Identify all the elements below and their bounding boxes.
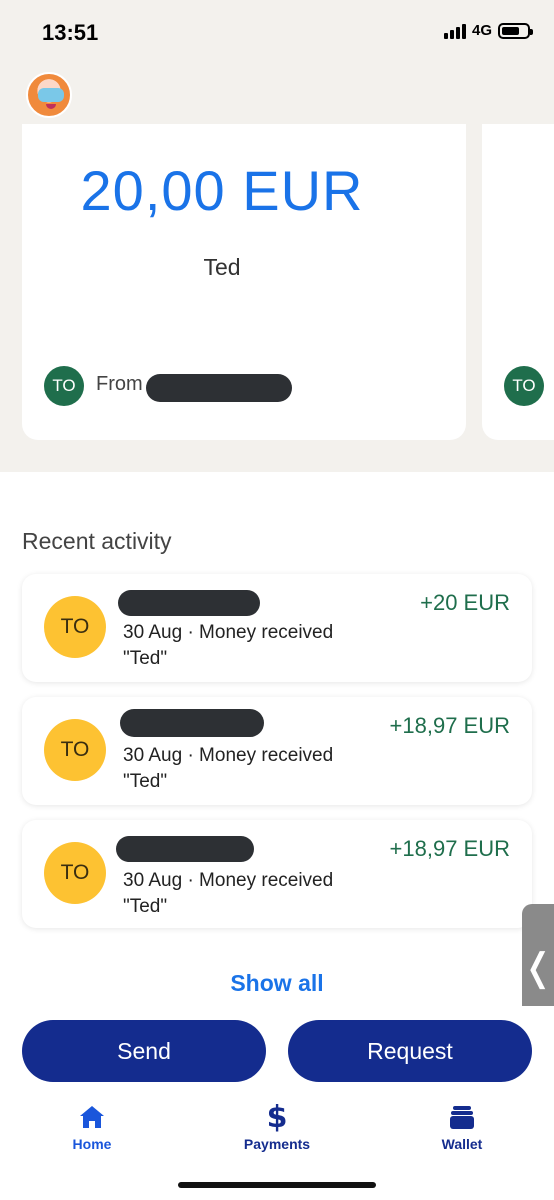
signal-icon xyxy=(443,23,466,39)
show-all-link[interactable]: Show all xyxy=(0,970,554,997)
status-indicators: 4G xyxy=(443,22,533,39)
activity-note: "Ted" xyxy=(123,648,168,669)
redacted-sender-name xyxy=(146,374,292,402)
status-bar: 13:51 4G xyxy=(0,0,554,66)
chevron-left-icon: ❬ xyxy=(522,946,554,989)
nav-payments-label: Payments xyxy=(243,1136,311,1152)
activity-detail: 30 Aug · Money received xyxy=(123,622,334,643)
network-label: 4G xyxy=(471,22,492,39)
home-indicator xyxy=(178,1182,376,1188)
status-time: 13:51 xyxy=(42,20,99,45)
request-button[interactable]: Request xyxy=(288,1020,532,1082)
nav-home[interactable]: Home xyxy=(32,1102,152,1152)
activity-detail: 30 Aug · Money received xyxy=(123,870,334,891)
profile-avatar[interactable] xyxy=(26,72,72,118)
activity-initials-avatar: TO xyxy=(44,719,106,781)
redacted-name xyxy=(120,709,264,737)
send-button[interactable]: Send xyxy=(22,1020,266,1082)
activity-amount: +18,97 EUR xyxy=(389,713,510,738)
next-card-initials-avatar: TO xyxy=(504,366,544,406)
recent-activity-title: Recent activity xyxy=(22,528,172,554)
activity-amount: +18,97 EUR xyxy=(389,836,510,861)
activity-initials-avatar: TO xyxy=(44,842,106,904)
home-icon xyxy=(32,1102,152,1132)
nav-home-label: Home xyxy=(72,1136,112,1152)
nav-payments[interactable]: $ Payments xyxy=(217,1099,337,1153)
activity-item[interactable]: TO 30 Aug · Money received "Ted" +18,97 … xyxy=(22,820,532,928)
redacted-name xyxy=(116,836,254,862)
nav-wallet-label: Wallet xyxy=(441,1136,483,1152)
activity-note: "Ted" xyxy=(123,771,168,792)
battery-icon xyxy=(498,22,533,39)
wallet-icon xyxy=(402,1102,522,1132)
activity-amount: +20 EUR xyxy=(420,590,510,615)
nav-wallet[interactable]: Wallet xyxy=(402,1102,522,1152)
activity-initials-avatar: TO xyxy=(44,596,106,658)
activity-note: "Ted" xyxy=(123,896,168,917)
payment-amount: 20,00 EUR xyxy=(80,159,364,222)
redacted-name xyxy=(118,590,260,616)
dollar-icon: $ xyxy=(266,1099,288,1135)
activity-item[interactable]: TO 30 Aug · Money received "Ted" +18,97 … xyxy=(22,697,532,805)
sender-initials-avatar: TO xyxy=(44,366,84,406)
activity-detail: 30 Aug · Money received xyxy=(123,745,334,766)
activity-item[interactable]: TO 30 Aug · Money received "Ted" +20 EUR xyxy=(22,574,532,682)
from-label: From xyxy=(96,373,143,395)
payment-note: Ted xyxy=(203,254,241,280)
